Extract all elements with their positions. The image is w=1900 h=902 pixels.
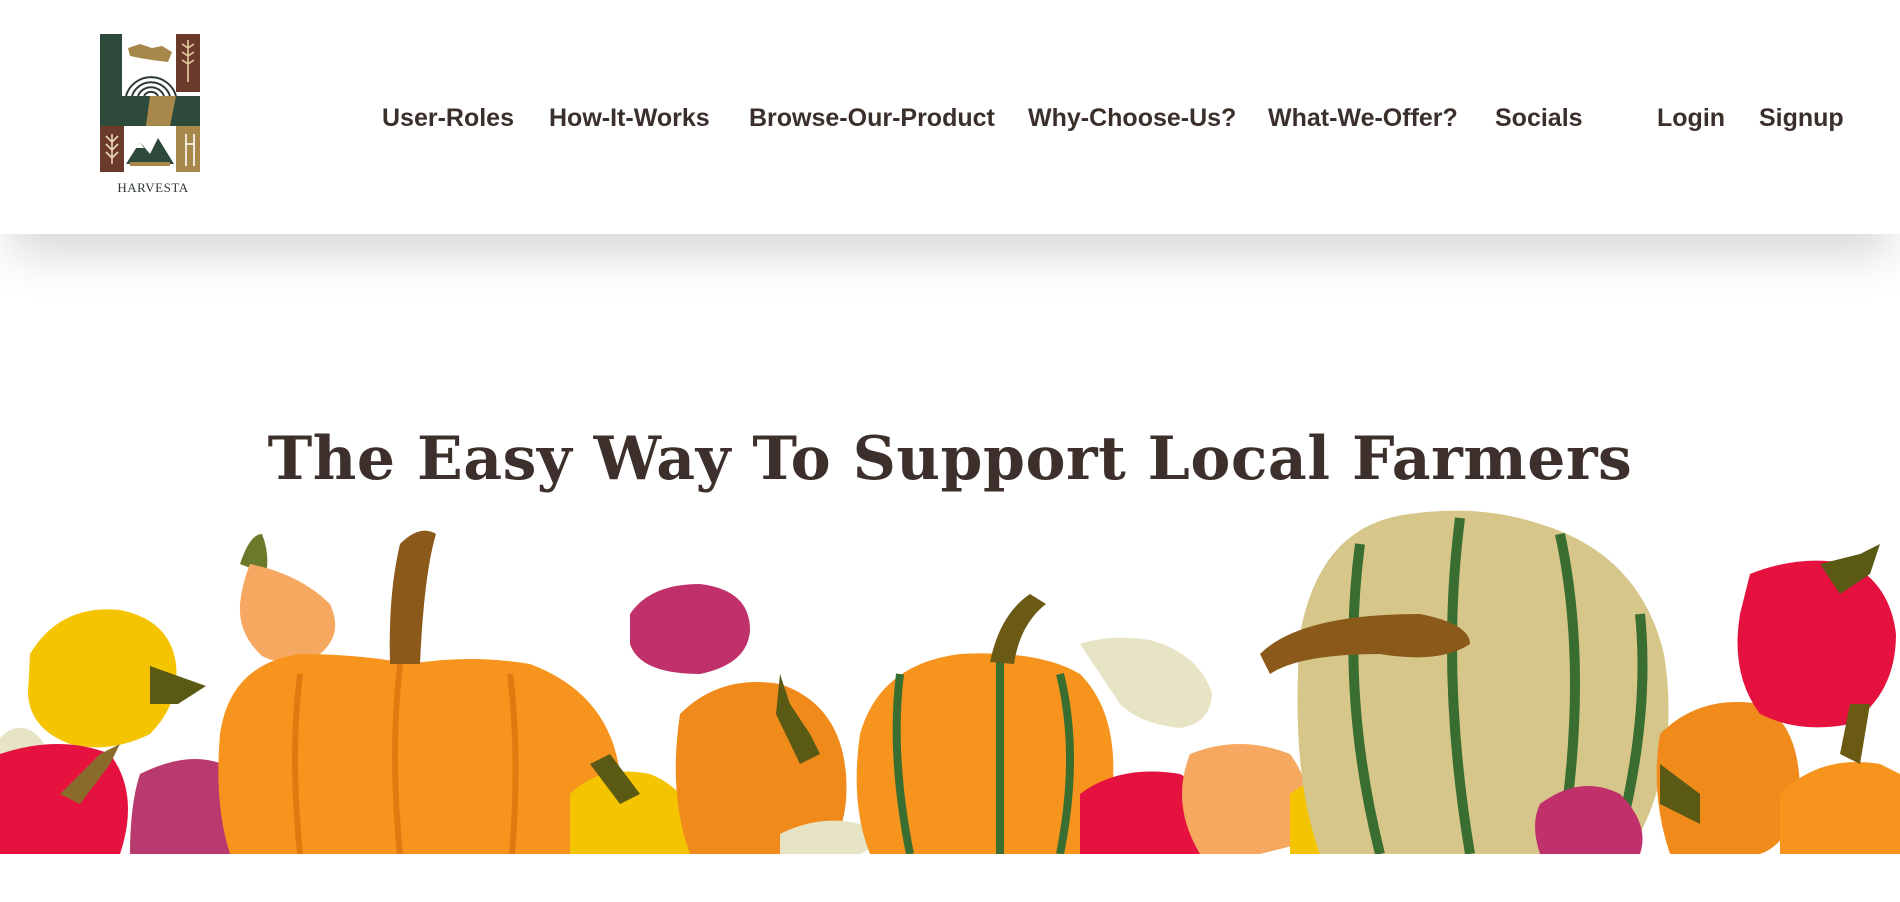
site-header: HARVESTA User-Roles How-It-Works Browse-… <box>0 0 1900 234</box>
login-link[interactable]: Login <box>1657 98 1725 138</box>
nav-item-socials[interactable]: Socials <box>1495 98 1583 138</box>
nav-item-how-it-works[interactable]: How-It-Works <box>549 98 710 138</box>
nav-item-why-choose-us[interactable]: Why-Choose-Us? <box>1028 98 1236 138</box>
signup-link[interactable]: Signup <box>1759 98 1844 138</box>
main-nav: User-Roles How-It-Works Browse-Our-Produ… <box>0 98 1900 138</box>
vegetables-illustration <box>0 510 1900 854</box>
nav-item-what-we-offer[interactable]: What-We-Offer? <box>1268 98 1458 138</box>
nav-item-browse-our-product[interactable]: Browse-Our-Product <box>749 98 995 138</box>
brand-name: HARVESTA <box>117 180 189 195</box>
nav-item-user-roles[interactable]: User-Roles <box>382 98 514 138</box>
